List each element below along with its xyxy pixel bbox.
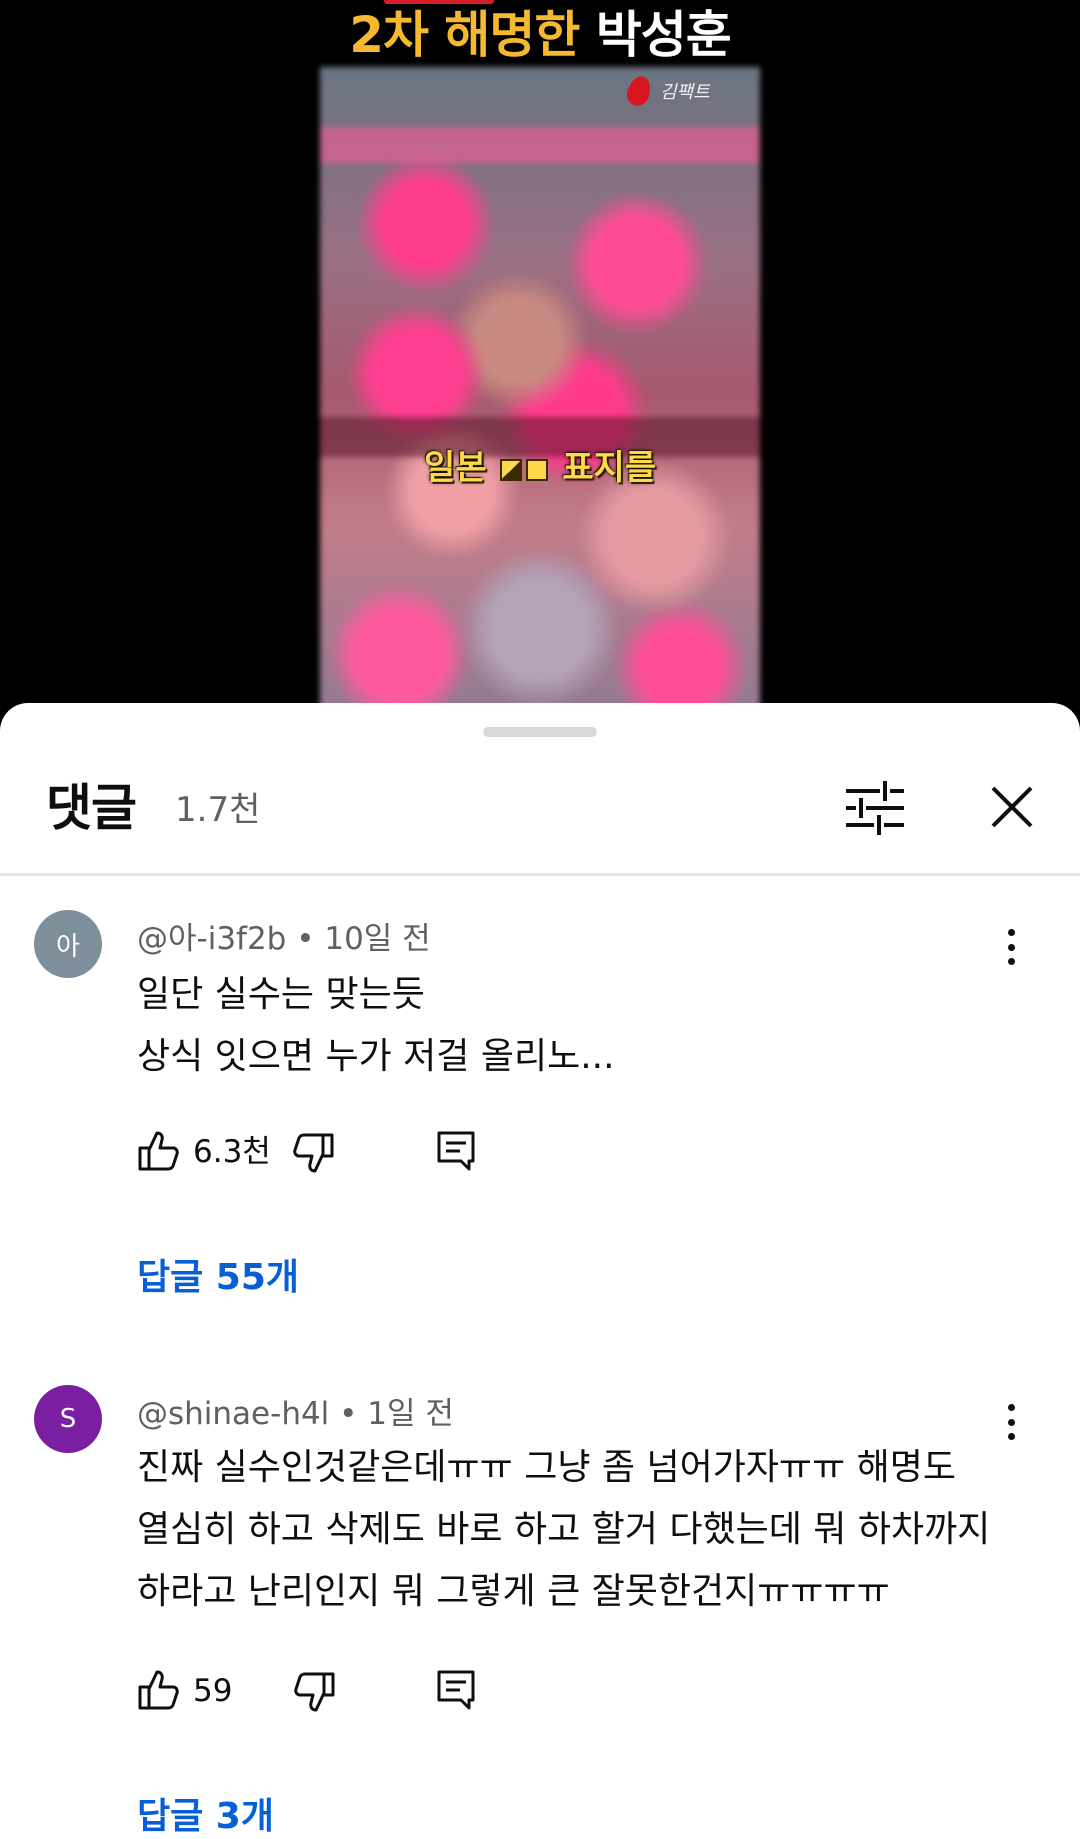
meta-separator: • <box>339 1396 368 1432</box>
comment-time: 1일 전 <box>367 1396 454 1432</box>
view-replies-link[interactable]: 답글 3개 <box>137 1787 274 1839</box>
comment-text-line: 열심히 하고 삭제도 바로 하고 할거 다했는데 뭐 하차까지 <box>137 1509 991 1550</box>
comment-text-line: 일단 실수는 맞는듯 <box>137 974 425 1015</box>
comment-more-button[interactable] <box>996 1398 1026 1446</box>
comment-author[interactable]: @아-i3f2b <box>137 921 286 957</box>
channel-logo-icon <box>623 73 655 109</box>
thumbs-down-icon <box>294 1672 335 1712</box>
comment-actions: 6.3천 <box>137 1130 517 1178</box>
avatar[interactable]: S <box>34 1385 102 1453</box>
blurred-video-frame <box>320 67 760 720</box>
censor-block-icon <box>526 458 549 481</box>
sliders-icon <box>846 781 904 835</box>
comments-header: 댓글 1.7천 <box>0 773 1080 843</box>
sheet-drag-handle[interactable] <box>483 727 597 737</box>
dislike-button[interactable] <box>293 1132 335 1174</box>
comment-time: 10일 전 <box>324 921 431 957</box>
thumbs-up-icon <box>138 1670 179 1710</box>
comment-reply-icon <box>437 1670 475 1710</box>
dislike-button[interactable] <box>294 1671 336 1713</box>
more-vert-icon <box>1007 929 1015 936</box>
like-button[interactable] <box>137 1669 179 1711</box>
close-icon <box>991 786 1033 828</box>
avatar-initial: 아 <box>56 931 80 962</box>
close-comments-button[interactable] <box>985 780 1039 834</box>
comment-reply-icon <box>437 1131 475 1171</box>
comment-actions: 59 <box>137 1669 517 1717</box>
caption-right: 표지를 <box>562 448 657 488</box>
thumbs-down-icon <box>293 1133 334 1173</box>
reply-button[interactable] <box>436 1130 476 1172</box>
comments-count: 1.7천 <box>175 790 261 830</box>
comment-meta: @아-i3f2b • 10일 전 <box>137 913 431 958</box>
more-vert-icon <box>1007 1404 1015 1411</box>
comment-text-line: 진짜 실수인것같은데ㅠㅠ 그냥 좀 넘어가자ㅠㅠ 해명도 <box>137 1447 956 1488</box>
video-title-highlight: 2차 해명한 <box>349 6 580 64</box>
like-count: 6.3천 <box>193 1134 271 1170</box>
censor-block-icon <box>500 458 523 481</box>
video-title-name: 박성훈 <box>595 6 732 64</box>
comment-author[interactable]: @shinae-h4l <box>137 1396 329 1432</box>
channel-watermark-name: 김팩트 <box>660 82 710 103</box>
video-title-overlay: 2차 해명한 박성훈 <box>0 4 1080 66</box>
comment-more-button[interactable] <box>996 923 1026 971</box>
channel-watermark: 김팩트 <box>623 73 710 109</box>
video-caption: 일본 표지를 <box>320 440 760 489</box>
view-replies-link[interactable]: 답글 55개 <box>137 1248 299 1300</box>
comment-text-line: 하라고 난리인지 뭐 그렇게 큰 잘못한건지ㅠㅠㅠㅠ <box>137 1571 890 1612</box>
like-button[interactable] <box>137 1130 179 1172</box>
header-divider <box>0 873 1080 876</box>
caption-left: 일본 <box>423 448 487 488</box>
avatar[interactable]: 아 <box>34 910 102 978</box>
comments-title: 댓글 <box>46 779 137 837</box>
comment-meta: @shinae-h4l • 1일 전 <box>137 1388 454 1433</box>
meta-separator: • <box>296 921 325 957</box>
like-count: 59 <box>193 1673 233 1709</box>
sort-filter-button[interactable] <box>846 779 906 837</box>
video-player[interactable]: 2차 해명한 박성훈 김팩트 일본 표지를 <box>0 0 1080 720</box>
thumbs-up-icon <box>138 1131 179 1171</box>
avatar-initial: S <box>59 1404 77 1434</box>
comments-sheet: 댓글 1.7천 아 @아-i3f2b • 10일 전 일단 실수는 맞는듯 상식… <box>0 703 1080 1839</box>
reply-button[interactable] <box>436 1669 476 1711</box>
comment-text-line: 상식 잇으면 누가 저걸 올리노... <box>137 1036 615 1077</box>
